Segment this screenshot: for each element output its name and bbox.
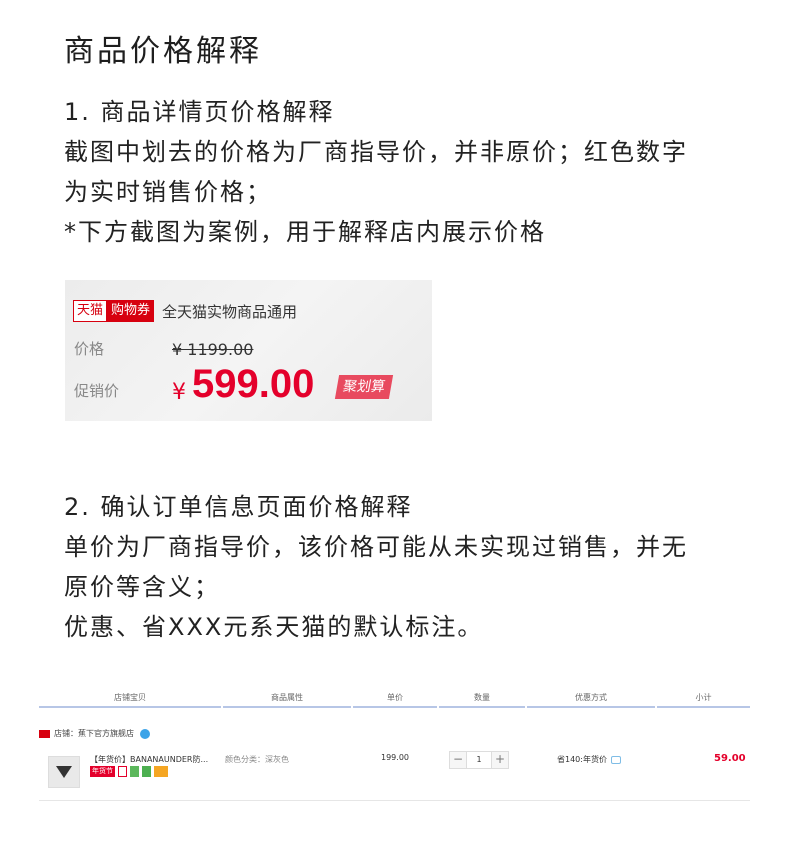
column-header: 单价	[353, 690, 437, 708]
shop-row: 店铺：蕉下官方旗舰店	[39, 728, 150, 739]
promo-price: 599.00	[192, 362, 315, 406]
original-price: ¥ 1199.00	[172, 340, 254, 359]
page-title: 商品价格解释	[64, 34, 262, 69]
product-image-icon	[56, 766, 72, 778]
product-attribute: 颜色分类：深灰色	[225, 755, 289, 764]
table-row: 【年货价】BANANAUNDER防... 年货节 颜色分类：深灰色 199.00…	[39, 746, 750, 801]
juhuasuan-badge: 聚划算	[334, 375, 394, 399]
section-2: 2. 确认订单信息页面价格解释 单价为厂商指导价，该价格可能从未实现过销售，并无…	[64, 487, 688, 647]
column-header: 小计	[657, 690, 750, 708]
section-1-line: 截图中划去的价格为厂商指导价，并非原价；红色数字	[64, 138, 688, 166]
product-tags: 年货节	[90, 766, 168, 777]
section-1-line: *下方截图为案例，用于解释店内展示价格	[64, 218, 546, 246]
subtotal: 59.00	[714, 753, 746, 764]
coupon-row: 天猫 购物券 全天猫实物商品通用	[73, 300, 297, 322]
shop-rank-icon	[140, 728, 150, 739]
return-shipping-icon	[142, 766, 151, 777]
chat-icon[interactable]	[610, 755, 621, 764]
product-name-link[interactable]: 【年货价】BANANAUNDER防...	[90, 754, 208, 765]
section-2-line: 优惠、省XXX元系天猫的默认标注。	[64, 613, 484, 641]
section-1: 1. 商品详情页价格解释 截图中划去的价格为厂商指导价，并非原价；红色数字 为实…	[64, 92, 688, 252]
section-2-line: 原价等含义；	[64, 573, 220, 601]
product-thumbnail[interactable]	[48, 756, 80, 788]
coupon-description: 全天猫实物商品通用	[162, 302, 298, 321]
coupon-badge: 购物券	[107, 300, 155, 322]
column-header: 商品属性	[223, 690, 351, 708]
section-1-line: 为实时销售价格；	[64, 178, 272, 206]
shop-name[interactable]: 店铺：蕉下官方旗舰店	[54, 728, 134, 739]
promo-price-label: 促销价	[74, 382, 120, 400]
price-label: 价格	[74, 340, 105, 358]
order-table: 店铺宝贝 商品属性 单价 数量 优惠方式 小计 店铺：蕉下官方旗舰店 【年货价】…	[39, 690, 750, 801]
quantity-increase-button[interactable]: +	[491, 751, 509, 769]
guarantee-icon	[118, 766, 127, 777]
column-header: 店铺宝贝	[39, 690, 221, 708]
discount-method: 省140:年货价	[557, 754, 621, 765]
section-1-heading: 1. 商品详情页价格解释	[64, 98, 335, 126]
currency-symbol: ¥	[172, 380, 186, 405]
tmall-badge: 天猫	[73, 300, 108, 322]
discount-text: 省140:年货价	[557, 755, 607, 764]
price-example-card: 天猫 购物券 全天猫实物商品通用 价格 ¥ 1199.00 促销价 ¥ 599.…	[65, 280, 432, 421]
section-2-line: 单价为厂商指导价，该价格可能从未实现过销售，并无	[64, 533, 688, 561]
new-year-tag: 年货节	[90, 766, 115, 777]
shop-icon	[39, 729, 50, 738]
unit-price: 199.00	[381, 753, 409, 762]
column-header: 优惠方式	[527, 690, 655, 708]
quantity-decrease-button[interactable]: −	[449, 751, 467, 769]
seven-day-return-icon	[130, 766, 139, 777]
quantity-input[interactable]: 1	[467, 751, 491, 769]
column-header: 数量	[439, 690, 525, 708]
credit-card-icon	[154, 766, 168, 777]
quantity-stepper[interactable]: − 1 +	[449, 751, 509, 769]
section-2-heading: 2. 确认订单信息页面价格解释	[64, 493, 413, 521]
